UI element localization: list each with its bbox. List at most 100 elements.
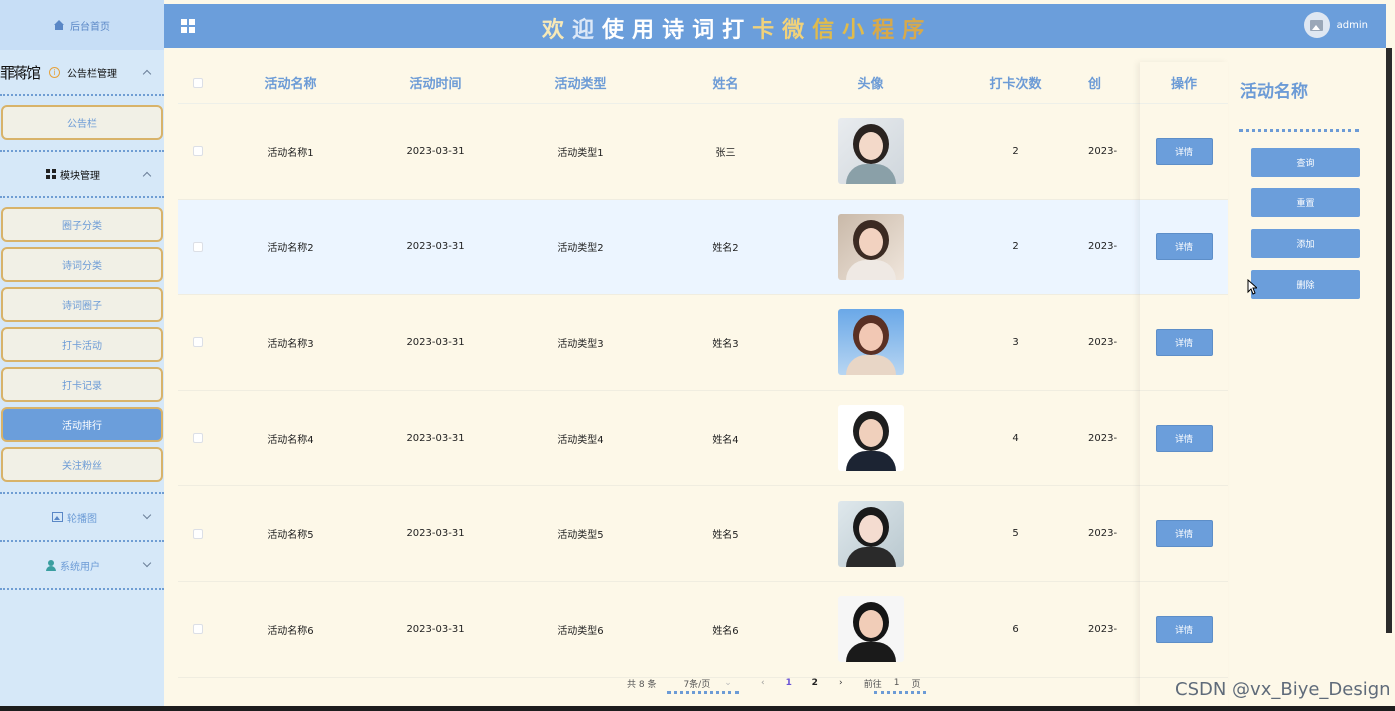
cell-person-name: 姓名6: [712, 625, 739, 637]
row-checkbox[interactable]: [193, 337, 203, 348]
sidebar-item-label: 打卡活动: [62, 341, 102, 352]
sidebar-item-activity-ranking[interactable]: 活动排行: [1, 407, 163, 442]
cell-activity-name: 活动名称5: [267, 530, 314, 542]
table-row[interactable]: 活动名称2 2023-03-31 活动类型2 姓名2 2 2023-: [178, 199, 1228, 296]
detail-button[interactable]: 详情: [1155, 233, 1213, 261]
row-checkbox-cell: [178, 241, 218, 252]
detail-button[interactable]: 详情: [1155, 424, 1213, 452]
cell-activity-time: 2023-03-31: [406, 528, 465, 540]
submenu-modules: 圈子分类 诗词分类 诗词圈子 打卡活动 打卡记录 活动排行 关注粉丝: [0, 198, 164, 486]
sidebar-group-carousel[interactable]: 轮播图: [0, 494, 164, 540]
sidebar-item-poem-category[interactable]: 诗词分类: [1, 247, 163, 282]
detail-button[interactable]: 详情: [1155, 328, 1213, 356]
select-all-checkbox[interactable]: [193, 77, 203, 88]
row-checkbox-cell: [178, 337, 218, 348]
sidebar-item-label: 诗词圈子: [62, 301, 102, 312]
prev-page-icon[interactable]: ‹: [750, 678, 776, 688]
operation-cell: 详情: [1140, 391, 1228, 487]
search-input-underline[interactable]: [1239, 129, 1359, 132]
table-row[interactable]: 活动名称4 2023-03-31 活动类型4 姓名4 4 2023-: [178, 391, 1228, 487]
goto-underline: [874, 691, 926, 694]
sidebar-item-label: 关注粉丝: [62, 461, 102, 472]
delete-button[interactable]: 删除: [1251, 270, 1360, 299]
avatar-photo[interactable]: [837, 213, 904, 280]
cell-person-name: 姓名4: [712, 434, 739, 446]
page-size-select[interactable]: 7条/页 ⌄: [683, 677, 731, 690]
detail-button[interactable]: 详情: [1155, 520, 1213, 548]
activity-table: 活动名称 活动时间 活动类型 姓名 头像 打卡次数 创 活动名称1 2023-03…: [178, 62, 1228, 706]
table-row[interactable]: 活动名称6 2023-03-31 活动类型6 姓名6 6 2023-: [178, 582, 1228, 678]
title-char: 卡: [752, 18, 783, 43]
column-header[interactable]: 活动类型: [508, 73, 653, 92]
cell-activity-type: 活动类型3: [557, 338, 604, 350]
cell-activity-time: 2023-03-31: [406, 336, 465, 348]
title-char: 使: [602, 18, 633, 43]
sidebar-item-label: 打卡记录: [62, 381, 102, 392]
sidebar-home[interactable]: 后台首页: [0, 0, 164, 50]
username: admin: [1336, 19, 1368, 31]
sidebar-item-followers[interactable]: 关注粉丝: [1, 447, 163, 482]
column-header[interactable]: 打卡次数: [943, 73, 1088, 92]
title-char: 词: [692, 18, 723, 43]
sidebar-item-checkin-activity[interactable]: 打卡活动: [1, 327, 163, 362]
operation-cell: 详情: [1140, 486, 1228, 582]
title-char: 用: [632, 18, 663, 43]
avatar-photo[interactable]: [837, 500, 904, 567]
column-header[interactable]: 活动时间: [363, 73, 508, 92]
page-button[interactable]: 2: [802, 678, 828, 688]
scrollbar[interactable]: [1386, 48, 1392, 633]
table-body: 活动名称1 2023-03-31 活动类型1 张三 2 2023- 活动名称2 2023-03…: [178, 104, 1228, 678]
cell-checkin-count: 2: [1012, 145, 1019, 157]
goto-unit: 页: [911, 679, 921, 690]
sidebar-group-users[interactable]: 系统用户: [0, 542, 164, 588]
sidebar-item-checkin-record[interactable]: 打卡记录: [1, 367, 163, 402]
row-checkbox-cell: [178, 433, 218, 444]
avatar-photo[interactable]: [837, 596, 904, 663]
sidebar-item-poem-circle[interactable]: 诗词圈子: [1, 287, 163, 322]
chevron-up-icon: [142, 67, 152, 77]
operation-cells: 详情 详情 详情 详情 详情 详情: [1140, 104, 1228, 678]
page-button[interactable]: 1: [776, 678, 802, 688]
sidebar-group-notice[interactable]: 罪蒋馆 i 公告栏管理: [0, 50, 164, 94]
user-menu[interactable]: admin: [1303, 12, 1368, 38]
row-checkbox[interactable]: [193, 146, 203, 157]
table-row[interactable]: 活动名称1 2023-03-31 活动类型1 张三 2 2023-: [178, 104, 1228, 200]
row-checkbox[interactable]: [193, 528, 203, 539]
sidebar: 后台首页 罪蒋馆 i 公告栏管理 公告栏 模块管理 圈子分类 诗词分类 诗词圈子…: [0, 0, 164, 706]
row-checkbox-cell: [178, 528, 218, 539]
cell-avatar: [798, 213, 943, 280]
title-char: 程: [872, 18, 903, 43]
row-checkbox[interactable]: [193, 241, 203, 252]
column-header[interactable]: 活动名称: [218, 73, 363, 92]
table-row[interactable]: 活动名称5 2023-03-31 活动类型5 姓名5 5 2023-: [178, 486, 1228, 582]
title-char: 小: [842, 18, 873, 43]
column-header[interactable]: 头像: [798, 73, 943, 92]
sidebar-group-modules[interactable]: 模块管理: [0, 152, 164, 196]
cell-avatar: [798, 118, 943, 185]
row-checkbox[interactable]: [193, 624, 203, 635]
query-button[interactable]: 查询: [1251, 148, 1360, 177]
detail-button[interactable]: 详情: [1155, 615, 1213, 643]
avatar-photo[interactable]: [837, 118, 904, 185]
menu-toggle-icon[interactable]: [181, 19, 195, 33]
sidebar-item-circle-category[interactable]: 圈子分类: [1, 207, 163, 242]
submenu-notice: 公告栏: [0, 96, 164, 144]
sidebar-group-label: 公告栏管理: [67, 68, 118, 80]
sidebar-item-notice[interactable]: 公告栏: [1, 105, 163, 140]
cell-activity-name: 活动名称2: [267, 243, 314, 255]
reset-button[interactable]: 重置: [1251, 188, 1360, 217]
row-checkbox[interactable]: [193, 433, 203, 444]
column-header[interactable]: 姓名: [653, 73, 798, 92]
avatar-photo[interactable]: [837, 405, 904, 472]
goto-input[interactable]: 1: [894, 678, 900, 688]
table-row[interactable]: 活动名称3 2023-03-31 活动类型3 姓名3 3 2023-: [178, 295, 1228, 391]
detail-button[interactable]: 详情: [1155, 137, 1213, 165]
sidebar-group-label: 系统用户: [60, 561, 100, 573]
page-size-value: 7条/页: [683, 679, 711, 690]
avatar-photo[interactable]: [837, 309, 904, 376]
add-button[interactable]: 添加: [1251, 229, 1360, 258]
sidebar-home-label: 后台首页: [70, 21, 110, 33]
operation-cell: 详情: [1140, 199, 1228, 296]
row-checkbox-cell: [178, 624, 218, 635]
next-page-icon[interactable]: ›: [828, 678, 854, 688]
